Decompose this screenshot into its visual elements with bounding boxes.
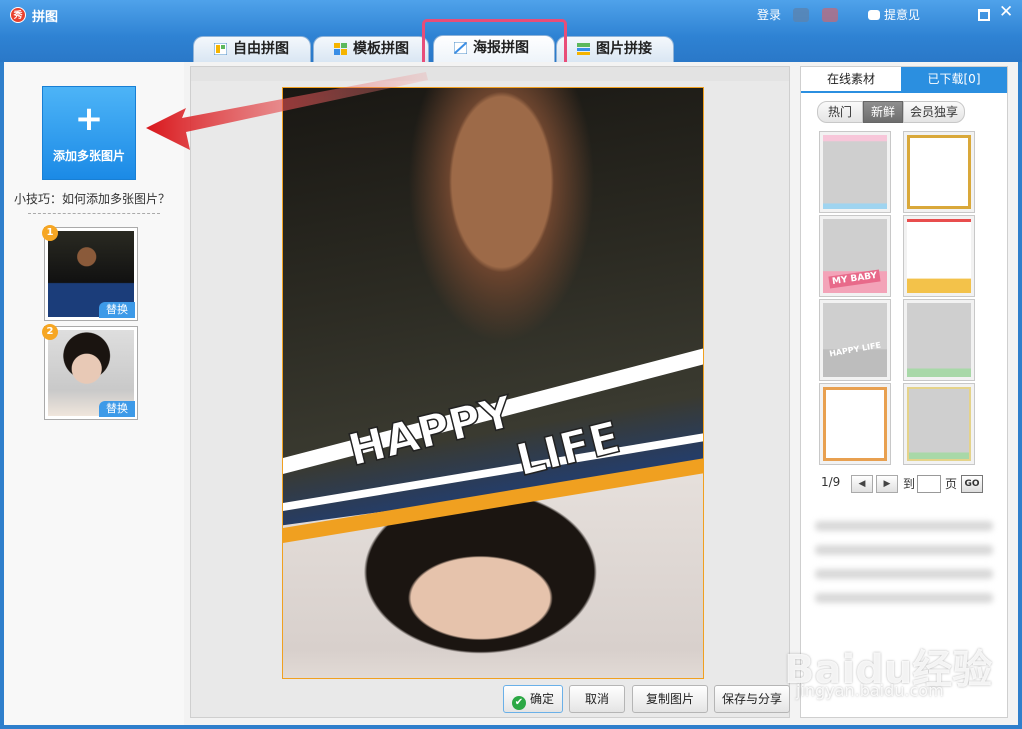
close-icon[interactable]: ✕ [999, 4, 1013, 21]
page-unit-label: 页 [945, 477, 958, 491]
confirm-button[interactable]: ✔ 确定 [503, 685, 563, 713]
poster-preview[interactable]: HAPPY LIFE [282, 87, 704, 679]
go-button[interactable]: GO [961, 475, 983, 493]
template-thumb[interactable] [903, 215, 975, 297]
next-page-button[interactable]: ▶ [876, 475, 898, 493]
template-thumb[interactable] [903, 131, 975, 213]
blurred-badge [822, 8, 838, 22]
happy-life-banner: HAPPY LIFE [283, 348, 703, 543]
tab-free-collage[interactable]: 自由拼图 [193, 36, 311, 62]
plus-icon: + [74, 99, 104, 139]
add-images-button[interactable]: + 添加多张图片 [42, 86, 136, 180]
feedback-link[interactable]: 提意见 [868, 6, 920, 23]
free-collage-icon [214, 43, 227, 55]
tab-image-stitch[interactable]: 图片拼接 [556, 36, 674, 62]
title-bar: 秀 拼图 登录 提意见 ✕ 自由拼图 模板拼图 海报拼图 图片拼接 [0, 0, 1022, 75]
tab-online-materials[interactable]: 在线素材 [801, 67, 901, 91]
template-thumb[interactable] [903, 299, 975, 381]
filter-new[interactable]: 新鲜 [863, 101, 903, 123]
tab-downloaded[interactable]: 已下载[0] [901, 67, 1007, 91]
filter-vip[interactable]: 会员独享 [903, 101, 965, 123]
replace-button[interactable]: 替换 [99, 401, 135, 417]
template-collage-icon [334, 43, 347, 55]
maximize-icon[interactable] [978, 9, 990, 21]
image-stitch-icon [577, 43, 590, 55]
login-link[interactable]: 登录 [757, 6, 781, 23]
watermark-url: jingyan.baidu.com [796, 681, 944, 700]
template-thumb[interactable] [819, 131, 891, 213]
checkmark-icon: ✔ [511, 696, 526, 710]
red-arrow-annotation [146, 72, 428, 150]
filter-hot[interactable]: 热门 [817, 101, 863, 123]
template-thumb[interactable]: MY BABY [819, 215, 891, 297]
goto-label: 到 [903, 477, 916, 491]
template-thumb[interactable] [819, 383, 891, 465]
thumbnail-number-badge: 2 [42, 324, 58, 340]
replace-button[interactable]: 替换 [99, 302, 135, 318]
poster-canvas-area: HAPPY LIFE ✔ 确定 取消 复制图片 保存与分享 [190, 66, 790, 718]
save-share-button[interactable]: 保存与分享 [714, 685, 790, 713]
thumbnail-number-badge: 1 [42, 225, 58, 241]
thumbnail-1[interactable]: 1 替换 [42, 225, 138, 321]
add-images-label: 添加多张图片 [52, 149, 125, 163]
tip-link[interactable]: 小技巧：如何添加多张图片？ [14, 190, 170, 207]
chat-bubble-icon [868, 10, 880, 20]
baidu-watermark: Baidu经验 jingyan.baidu.com [784, 615, 1020, 715]
template-thumb[interactable]: HAPPY LIFE [819, 299, 891, 381]
window-title: 拼图 [32, 10, 59, 25]
copy-image-button[interactable]: 复制图片 [632, 685, 708, 713]
prev-page-button[interactable]: ◀ [851, 475, 873, 493]
thumbnail-2[interactable]: 2 替换 [42, 324, 138, 420]
app-logo-icon: 秀 [10, 7, 26, 23]
blurred-avatar [793, 8, 809, 22]
page-number-input[interactable] [917, 475, 941, 493]
poster-text-happy: HAPPY [343, 386, 519, 476]
cancel-button[interactable]: 取消 [569, 685, 625, 713]
divider [28, 213, 160, 214]
template-thumb[interactable] [903, 383, 975, 465]
left-panel: + 添加多张图片 小技巧：如何添加多张图片？ 1 替换 2 替换 [4, 62, 184, 725]
tab-template-collage[interactable]: 模板拼图 [313, 36, 429, 62]
page-indicator: 1/9 [821, 475, 841, 489]
